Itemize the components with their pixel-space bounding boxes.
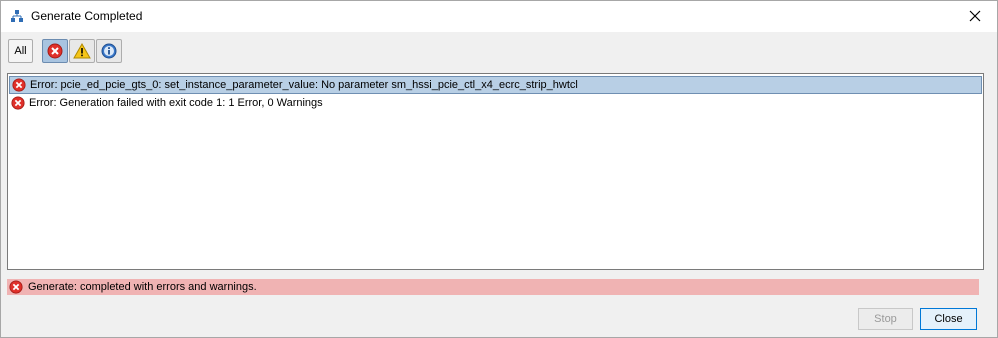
status-bar: Generate: completed with errors and warn… [7, 279, 979, 295]
warning-icon [73, 43, 91, 59]
info-filter-button[interactable] [96, 39, 122, 63]
message-row[interactable]: Error: pcie_ed_pcie_gts_0: set_instance_… [9, 76, 982, 94]
message-row[interactable]: Error: Generation failed with exit code … [9, 94, 982, 112]
status-text: Generate: completed with errors and warn… [28, 281, 257, 293]
generate-completed-dialog: Generate Completed All Error: pcie_ed_pc… [0, 0, 998, 338]
title-bar: Generate Completed [1, 1, 997, 32]
error-icon [47, 43, 63, 59]
error-icon [12, 78, 26, 92]
network-tree-icon [11, 10, 23, 22]
close-window-button[interactable] [963, 5, 987, 27]
error-icon [9, 280, 23, 294]
info-icon [101, 43, 117, 59]
message-list[interactable]: Error: pcie_ed_pcie_gts_0: set_instance_… [7, 73, 984, 270]
message-text: Error: Generation failed with exit code … [29, 97, 323, 109]
dialog-title: Generate Completed [31, 9, 143, 23]
message-text: Error: pcie_ed_pcie_gts_0: set_instance_… [30, 79, 578, 91]
error-filter-button[interactable] [42, 39, 68, 63]
close-icon [969, 10, 981, 22]
stop-button[interactable]: Stop [858, 308, 913, 330]
warning-filter-button[interactable] [69, 39, 95, 63]
close-button[interactable]: Close [920, 308, 977, 330]
filter-all-button[interactable]: All [8, 39, 33, 63]
error-icon [11, 96, 25, 110]
